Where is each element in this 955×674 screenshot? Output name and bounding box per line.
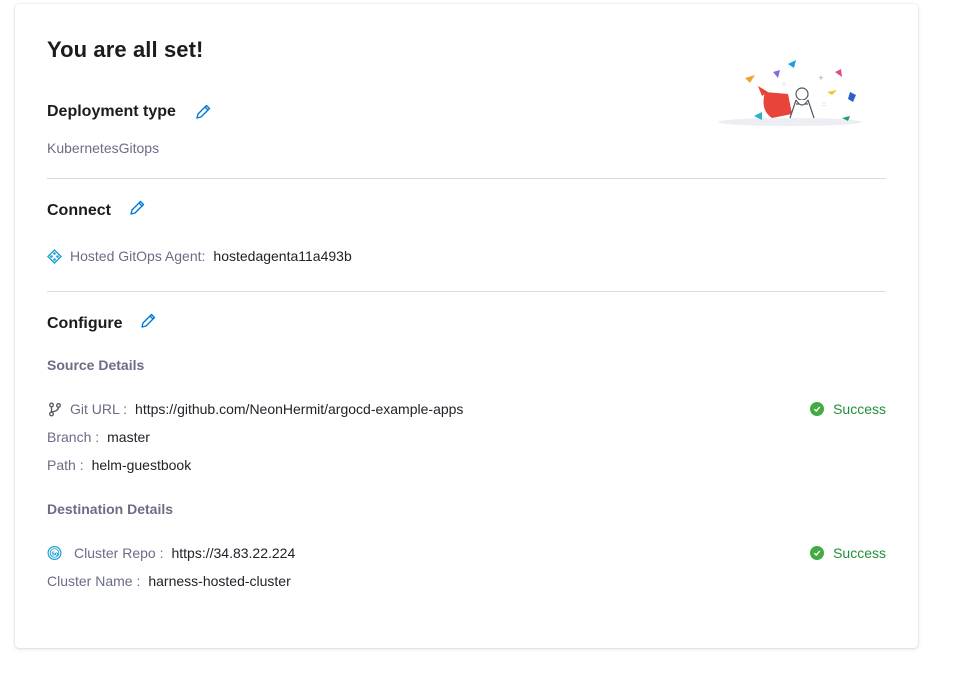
destination-details-heading: Destination Details bbox=[47, 501, 174, 517]
edit-deployment-type-button[interactable] bbox=[192, 101, 214, 123]
path-label: Path : bbox=[47, 457, 84, 473]
deployment-type-heading: Deployment type bbox=[47, 103, 176, 120]
check-circle-icon bbox=[810, 402, 825, 416]
connect-heading: Connect bbox=[47, 202, 111, 219]
source-status-text: Success bbox=[833, 401, 886, 417]
divider bbox=[47, 291, 886, 292]
check-circle-icon bbox=[810, 546, 825, 560]
source-details-heading: Source Details bbox=[47, 357, 145, 373]
svg-text:::: :: bbox=[782, 81, 786, 88]
path-value: helm-guestbook bbox=[91, 457, 192, 473]
git-url-label: Git URL : bbox=[70, 401, 128, 417]
svg-text:::: :: bbox=[822, 101, 826, 108]
cluster-repo-label: Cluster Repo : bbox=[74, 545, 164, 561]
edit-connect-button[interactable] bbox=[126, 197, 148, 219]
pencil-icon bbox=[130, 200, 145, 215]
edit-configure-button[interactable] bbox=[137, 310, 159, 332]
branch-label: Branch : bbox=[47, 429, 100, 445]
kubernetes-cluster-icon: S o bbox=[47, 546, 62, 561]
svg-text:+: + bbox=[818, 74, 824, 82]
deployment-type-value: KubernetesGitops bbox=[47, 140, 160, 156]
success-card: You are all set! + :: :: Deployment type… bbox=[15, 4, 918, 648]
divider bbox=[47, 178, 886, 179]
branch-value: master bbox=[107, 429, 150, 445]
destination-status-badge: Success bbox=[810, 545, 886, 561]
page-title: You are all set! bbox=[47, 37, 204, 62]
gitops-agent-icon bbox=[47, 248, 62, 264]
pencil-icon bbox=[196, 104, 211, 119]
git-branch-icon bbox=[47, 402, 62, 417]
pencil-icon bbox=[141, 313, 156, 328]
source-status-badge: Success bbox=[810, 401, 886, 417]
cluster-name-value: harness-hosted-cluster bbox=[148, 573, 291, 589]
celebration-illustration: + :: :: bbox=[718, 60, 862, 126]
configure-heading: Configure bbox=[47, 315, 123, 332]
agent-label: Hosted GitOps Agent: bbox=[70, 248, 206, 264]
svg-text:o: o bbox=[55, 551, 59, 557]
destination-status-text: Success bbox=[833, 545, 886, 561]
cluster-repo-value: https://34.83.22.224 bbox=[171, 545, 296, 561]
cluster-name-label: Cluster Name : bbox=[47, 573, 141, 589]
agent-value: hostedagenta11a493b bbox=[213, 248, 352, 264]
git-url-value: https://github.com/NeonHermit/argocd-exa… bbox=[135, 401, 464, 417]
